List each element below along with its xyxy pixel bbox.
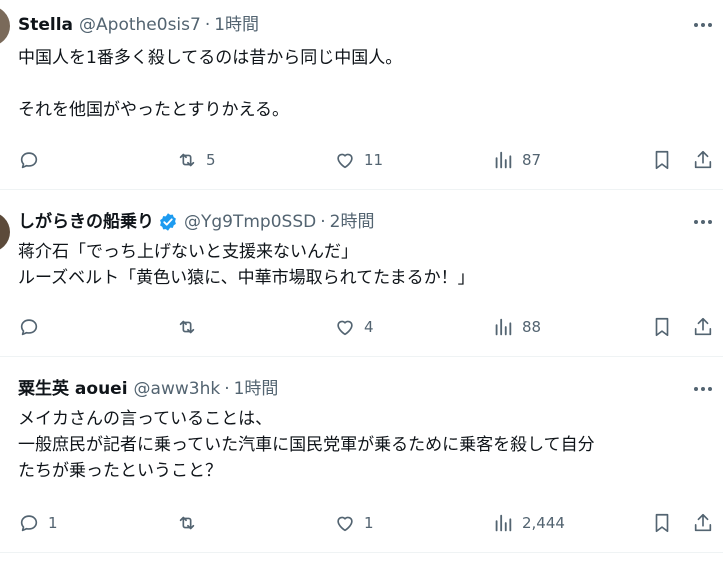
bookmark-button[interactable]	[651, 148, 673, 172]
repost-icon	[179, 320, 195, 334]
action-bar: 4 88	[0, 315, 723, 339]
repost-button[interactable]: 5	[176, 148, 216, 172]
author-handle[interactable]: @Yg9Tmp0SSD	[184, 211, 316, 233]
repost-icon	[179, 153, 195, 167]
verified-icon	[158, 212, 178, 232]
repost-button[interactable]	[176, 511, 206, 535]
action-bar: 1 1 2,444	[0, 511, 723, 535]
like-button[interactable]: 1	[334, 511, 374, 535]
share-icon	[694, 317, 712, 336]
tweet-header: 粟生英 aouei @aww3hk · 1時間	[18, 378, 278, 400]
separator: ·	[224, 379, 230, 399]
like-count: 1	[364, 514, 374, 532]
bookmark-icon	[655, 317, 669, 337]
reply-count: 1	[48, 514, 58, 532]
views-button[interactable]: 87	[492, 148, 541, 172]
views-button[interactable]: 2,444	[492, 511, 565, 535]
views-count: 88	[522, 318, 542, 336]
author-name[interactable]: しがらきの船乗り	[18, 211, 154, 233]
bookmark-button[interactable]	[651, 315, 673, 339]
avatar[interactable]	[0, 212, 10, 252]
tweet-text: 蒋介石「でっち上げないと支援来ないんだ」 ルーズベルト「黄色い猿に、中華市場取ら…	[18, 239, 475, 291]
tweet[interactable]: 粟生英 aouei @aww3hk · 1時間 メイカさんの言っていることは、 …	[0, 357, 723, 553]
tweet-line: たちが乗ったということ？	[18, 461, 222, 481]
reply-button[interactable]	[18, 315, 48, 339]
reply-icon	[20, 515, 38, 532]
share-button[interactable]	[692, 511, 714, 535]
like-button[interactable]: 11	[334, 148, 383, 172]
timestamp[interactable]: 2時間	[330, 211, 375, 233]
separator: ·	[320, 212, 326, 232]
bookmark-icon	[655, 513, 669, 533]
views-icon	[495, 318, 512, 336]
share-button[interactable]	[692, 148, 714, 172]
tweet-line: 蒋介石「でっち上げないと支援来ないんだ」	[18, 242, 358, 262]
like-button[interactable]: 4	[334, 315, 374, 339]
tweet-line: 中国人を1番多く殺してるのは昔から同じ中国人。	[18, 48, 403, 68]
views-icon	[495, 514, 512, 532]
reply-icon	[20, 152, 38, 169]
bookmark-icon	[655, 150, 669, 170]
timestamp[interactable]: 1時間	[234, 378, 279, 400]
author-handle[interactable]: @aww3hk	[134, 378, 221, 400]
repost-button[interactable]	[176, 315, 206, 339]
author-handle[interactable]: @Apothe0sis7	[79, 14, 201, 36]
like-count: 11	[364, 151, 384, 169]
like-icon	[337, 153, 353, 169]
action-bar: 5 11 87	[0, 148, 723, 172]
tweet[interactable]: Stella @Apothe0sis7 · 1時間 中国人を1番多く殺してるのは…	[0, 0, 723, 190]
tweet-text: 中国人を1番多く殺してるのは昔から同じ中国人。 それを他国がやったとすりかえる。	[18, 45, 402, 123]
avatar[interactable]	[0, 6, 10, 46]
reply-button[interactable]: 1	[18, 511, 58, 535]
tweet-text: メイカさんの言っていることは、 一般庶民が記者に乗っていた汽車に国民党軍が乗るた…	[18, 406, 595, 484]
tweet-line: ルーズベルト「黄色い猿に、中華市場取られてたまるか！」	[18, 268, 475, 288]
author-name[interactable]: Stella	[18, 14, 73, 36]
views-count: 87	[522, 151, 542, 169]
repost-icon	[179, 516, 195, 530]
views-button[interactable]: 88	[492, 315, 541, 339]
reply-button[interactable]	[18, 148, 48, 172]
share-icon	[694, 513, 712, 532]
tweet[interactable]: しがらきの船乗り @Yg9Tmp0SSD · 2時間 蒋介石「でっち上げないと支…	[0, 190, 723, 357]
more-icon[interactable]	[691, 211, 715, 233]
tweet-line: メイカさんの言っていることは、	[18, 409, 273, 429]
views-count: 2,444	[522, 514, 565, 532]
like-count: 4	[364, 318, 374, 336]
reply-icon	[20, 319, 38, 336]
tweet-line: 一般庶民が記者に乗っていた汽車に国民党軍が乗るために乗客を殺して自分	[18, 435, 595, 455]
tweet-header: しがらきの船乗り @Yg9Tmp0SSD · 2時間	[18, 211, 374, 233]
more-icon[interactable]	[691, 14, 715, 36]
repost-count: 5	[206, 151, 216, 169]
tweet-header: Stella @Apothe0sis7 · 1時間	[18, 14, 259, 36]
bookmark-button[interactable]	[651, 511, 673, 535]
tweet-line	[18, 71, 402, 97]
timestamp[interactable]: 1時間	[214, 14, 259, 36]
like-icon	[337, 320, 353, 336]
share-icon	[694, 150, 712, 169]
more-icon[interactable]	[691, 378, 715, 400]
views-icon	[495, 151, 512, 169]
author-name[interactable]: 粟生英 aouei	[18, 378, 128, 400]
like-icon	[337, 516, 353, 532]
share-button[interactable]	[692, 315, 714, 339]
separator: ·	[204, 15, 211, 35]
tweet-line: それを他国がやったとすりかえる。	[18, 100, 289, 120]
